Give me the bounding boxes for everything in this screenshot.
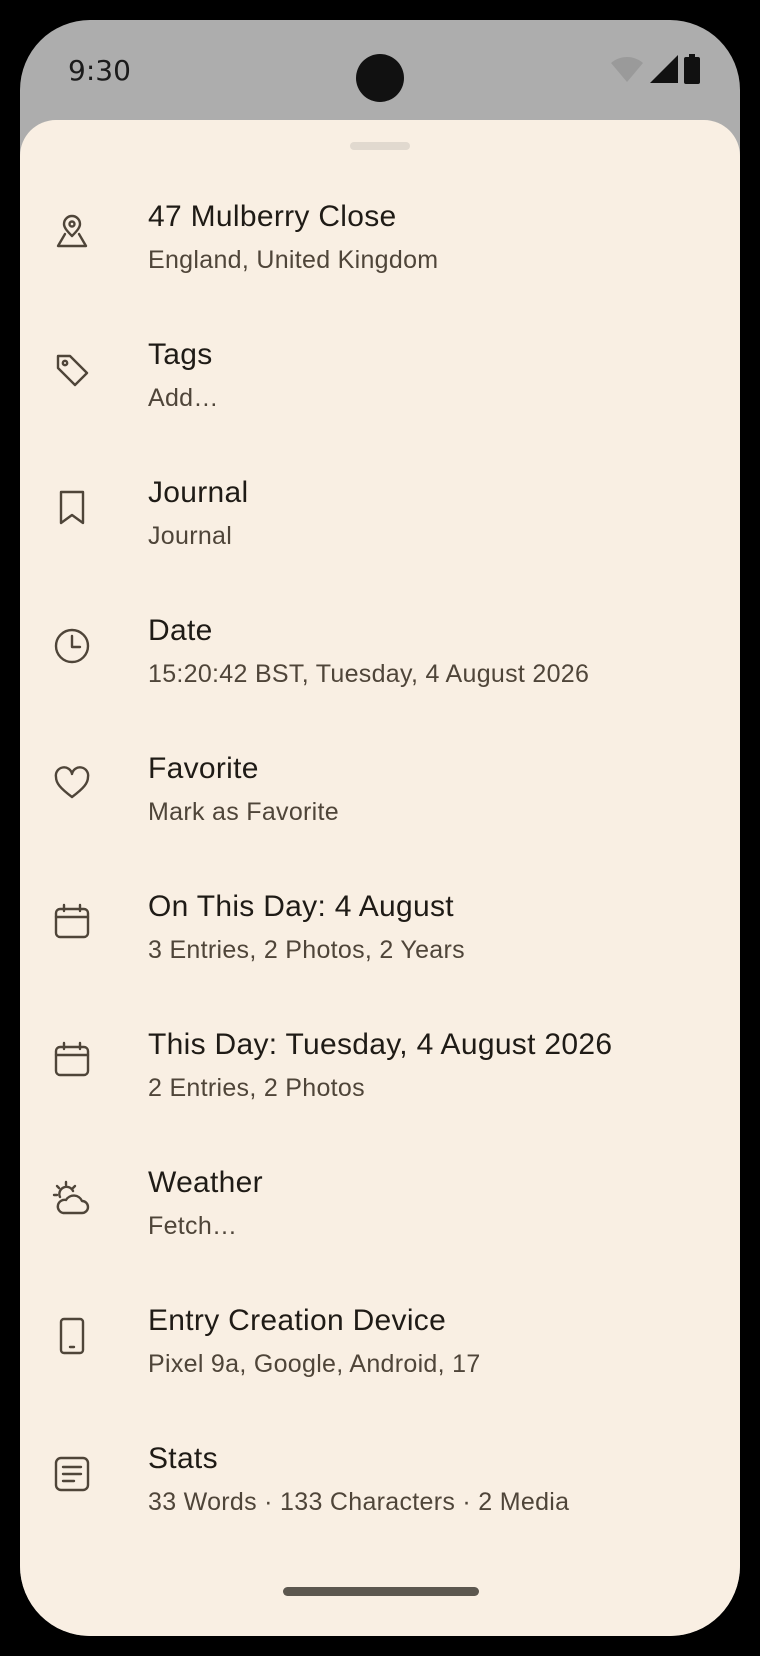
details-list: 47 Mulberry Close England, United Kingdo… bbox=[20, 190, 740, 1570]
detail-subtitle: 15:20:42 BST, Tuesday, 4 August 2026 bbox=[148, 660, 590, 688]
calendar-icon bbox=[52, 1040, 92, 1080]
detail-subtitle: Add… bbox=[148, 384, 219, 412]
detail-title: 47 Mulberry Close bbox=[148, 200, 397, 233]
clock-icon bbox=[52, 626, 92, 666]
detail-title: This Day: Tuesday, 4 August 2026 bbox=[148, 1028, 613, 1061]
detail-row-favorite[interactable]: Favorite Mark as Favorite bbox=[20, 742, 740, 880]
phone-frame: 9:30 47 Mulberry Close England, United K… bbox=[0, 0, 760, 1656]
detail-subtitle: 3 Entries, 2 Photos, 2 Years bbox=[148, 936, 465, 964]
signal-icon bbox=[650, 54, 678, 88]
location-icon bbox=[52, 212, 92, 252]
detail-subtitle: 33 Words · 133 Characters · 2 Media bbox=[148, 1488, 570, 1516]
status-icons bbox=[610, 53, 700, 89]
detail-subtitle: Journal bbox=[148, 522, 233, 550]
detail-row-location[interactable]: 47 Mulberry Close England, United Kingdo… bbox=[20, 190, 740, 328]
heart-icon bbox=[52, 764, 92, 804]
tag-icon bbox=[52, 350, 92, 390]
screen: 9:30 47 Mulberry Close England, United K… bbox=[20, 20, 740, 1636]
detail-row-on-this-day[interactable]: On This Day: 4 August 3 Entries, 2 Photo… bbox=[20, 880, 740, 1018]
detail-title: Entry Creation Device bbox=[148, 1304, 447, 1337]
detail-row-journal[interactable]: Journal Journal bbox=[20, 466, 740, 604]
detail-subtitle: Fetch… bbox=[148, 1212, 238, 1240]
wifi-icon bbox=[610, 55, 644, 88]
status-time: 9:30 bbox=[68, 54, 131, 87]
detail-title: On This Day: 4 August bbox=[148, 890, 454, 923]
weather-icon bbox=[52, 1178, 92, 1218]
calendar-icon bbox=[52, 902, 92, 942]
detail-title: Tags bbox=[148, 338, 213, 371]
detail-title: Favorite bbox=[148, 752, 259, 785]
detail-title: Journal bbox=[148, 476, 249, 509]
detail-subtitle: 2 Entries, 2 Photos bbox=[148, 1074, 365, 1102]
gesture-nav-bar[interactable] bbox=[283, 1587, 479, 1596]
battery-icon bbox=[684, 53, 700, 89]
detail-row-date[interactable]: Date 15:20:42 BST, Tuesday, 4 August 202… bbox=[20, 604, 740, 742]
detail-row-tags[interactable]: Tags Add… bbox=[20, 328, 740, 466]
detail-subtitle: England, United Kingdom bbox=[148, 246, 439, 274]
detail-row-stats[interactable]: Stats 33 Words · 133 Characters · 2 Medi… bbox=[20, 1432, 740, 1570]
stats-icon bbox=[52, 1454, 92, 1494]
phone-icon bbox=[52, 1316, 92, 1356]
detail-subtitle: Pixel 9a, Google, Android, 17 bbox=[148, 1350, 481, 1378]
detail-row-this-day[interactable]: This Day: Tuesday, 4 August 2026 2 Entri… bbox=[20, 1018, 740, 1156]
entry-info-sheet: 47 Mulberry Close England, United Kingdo… bbox=[20, 120, 740, 1636]
bookmark-icon bbox=[52, 488, 92, 528]
drag-handle[interactable] bbox=[350, 142, 410, 150]
detail-row-weather[interactable]: Weather Fetch… bbox=[20, 1156, 740, 1294]
detail-title: Stats bbox=[148, 1442, 218, 1475]
status-bar: 9:30 bbox=[20, 20, 740, 120]
front-camera bbox=[356, 54, 404, 102]
detail-title: Weather bbox=[148, 1166, 263, 1199]
detail-title: Date bbox=[148, 614, 213, 647]
detail-subtitle: Mark as Favorite bbox=[148, 798, 339, 826]
detail-row-device[interactable]: Entry Creation Device Pixel 9a, Google, … bbox=[20, 1294, 740, 1432]
